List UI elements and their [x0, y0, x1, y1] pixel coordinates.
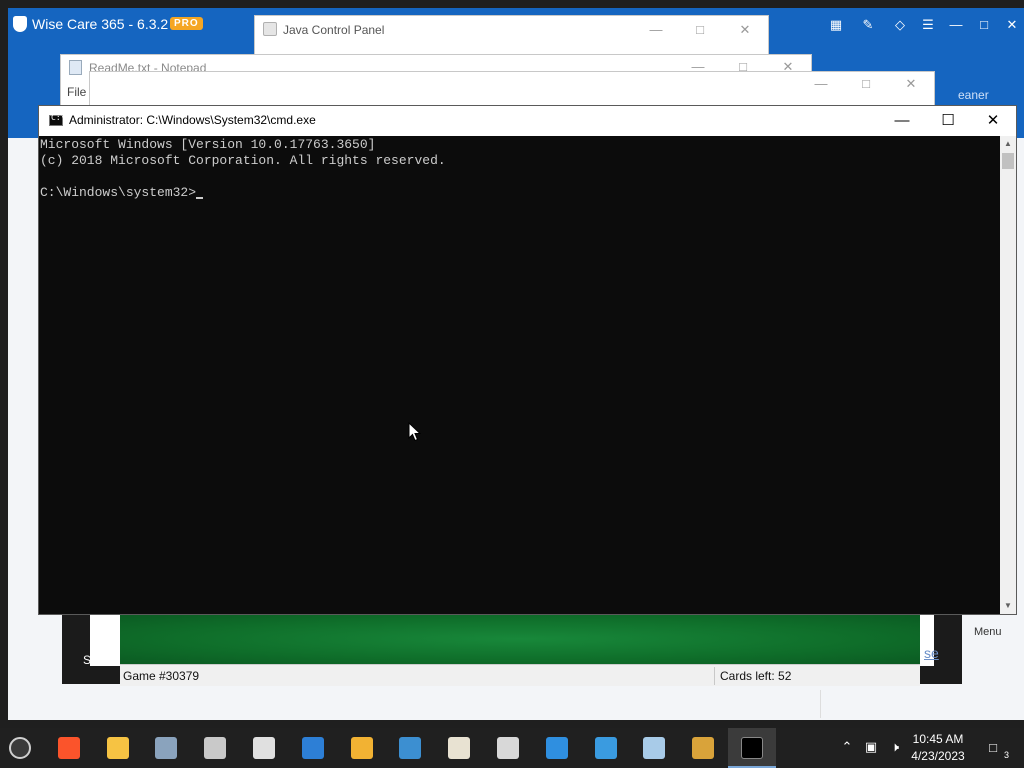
close-button[interactable]: ✕: [896, 74, 926, 94]
volume-muted-icon[interactable]: 🕨: [886, 738, 904, 756]
show-hidden-icons-chevron-icon[interactable]: ⌃: [838, 738, 856, 756]
share-label[interactable]: Share: [83, 653, 115, 667]
close-button[interactable]: ✕: [970, 106, 1016, 136]
wise-care-title: Wise Care 365 - 6.3.2: [32, 16, 169, 32]
divider: [820, 690, 821, 718]
internet-explorer-icon: [545, 737, 568, 759]
wise-care-icon: [301, 737, 324, 759]
skin-icon[interactable]: ◇: [892, 17, 908, 33]
taskbar-wise-care-button[interactable]: [289, 728, 337, 768]
taskbar-solitaire-button[interactable]: [679, 728, 727, 768]
task-view-icon: [204, 737, 227, 759]
wise-toolbox-icon: [350, 737, 373, 759]
cmd-titlebar[interactable]: C:\ Administrator: C:\Windows\System32\c…: [39, 106, 1016, 136]
console-output[interactable]: Microsoft Windows [Version 10.0.17763.36…: [39, 136, 1000, 614]
menu-file[interactable]: File: [67, 85, 86, 99]
pro-badge: PRO: [170, 17, 203, 30]
close-icon[interactable]: ✕: [1004, 17, 1020, 33]
taskbar-brave-browser-button[interactable]: [45, 728, 93, 768]
command-prompt-icon: [741, 737, 763, 759]
solitaire-icon: [692, 737, 715, 759]
taskbar-command-prompt-button[interactable]: [728, 728, 776, 768]
scroll-thumb[interactable]: [1002, 153, 1014, 169]
brave-browser-icon: [57, 737, 80, 759]
minimize-button[interactable]: —: [806, 74, 836, 94]
cards-left: Cards left: 52: [720, 669, 792, 683]
solitaire-table[interactable]: [120, 614, 920, 664]
taskbar-start-button[interactable]: [0, 728, 44, 768]
clock-time: 10:45 AM: [912, 732, 964, 746]
link-fragment[interactable]: se: [924, 645, 939, 661]
clock-date: 4/23/2023: [911, 749, 965, 763]
solitaire-status-bar: Game #30379 Cards left: 52: [120, 664, 920, 686]
notepad-icon: [643, 737, 666, 759]
cmd-window-title: Administrator: C:\Windows\System32\cmd.e…: [69, 113, 316, 127]
calendar-321-icon: [497, 737, 519, 759]
taskbar-calendar-321-button[interactable]: [484, 728, 532, 768]
taskbar-system-monitor-button[interactable]: [386, 728, 434, 768]
minimize-icon[interactable]: —: [948, 17, 964, 33]
wise-care-logo-icon: [13, 16, 27, 32]
taskbar-internet-explorer-button[interactable]: [533, 728, 581, 768]
edit-icon[interactable]: ✎: [860, 17, 876, 33]
command-prompt-icon: C:\: [49, 113, 65, 126]
maximize-button[interactable]: ☐: [925, 106, 971, 136]
java-window-title: Java Control Panel: [283, 23, 385, 37]
feedback-icon[interactable]: ▦: [828, 17, 844, 33]
taskbar: ⌃ ▣ 🕨 10:45 AM 4/23/2023 □ 3: [0, 728, 1024, 768]
console-line: Microsoft Windows [Version 10.0.17763.36…: [40, 137, 376, 152]
cortana-icon: [594, 737, 617, 759]
status-divider: [714, 667, 715, 685]
minimize-button[interactable]: —: [641, 20, 671, 40]
game-number: Game #30379: [123, 669, 200, 683]
notification-count: 3: [1004, 750, 1010, 760]
scroll-down-arrow-icon[interactable]: ▼: [1000, 598, 1016, 614]
vertical-scrollbar[interactable]: ▲ ▼: [1000, 136, 1016, 614]
close-button[interactable]: ✕: [730, 20, 760, 40]
taskbar-file-explorer-button[interactable]: [94, 728, 142, 768]
taskbar-task-view-button[interactable]: [191, 728, 239, 768]
maximize-button[interactable]: □: [685, 20, 715, 40]
prompt-line[interactable]: C:\Windows\system32>: [40, 185, 204, 201]
network-icon[interactable]: ▣: [862, 738, 880, 756]
java-icon: [448, 737, 471, 759]
taskbar-wise-toolbox-button[interactable]: [338, 728, 386, 768]
settings-icon: [253, 737, 275, 759]
taskbar-settings-button[interactable]: [240, 728, 288, 768]
java-icon: [263, 22, 277, 36]
network-tool-icon: [155, 737, 178, 759]
maximize-icon[interactable]: □: [976, 17, 992, 33]
wise-menu-label[interactable]: Menu: [974, 626, 1002, 638]
console-line: (c) 2018 Microsoft Corporation. All righ…: [40, 153, 446, 168]
wise-tab-cleaner-fragment[interactable]: eaner: [958, 88, 989, 102]
text-cursor: [196, 197, 204, 199]
notifications-icon[interactable]: □: [984, 739, 1002, 757]
taskbar-network-tool-button[interactable]: [142, 728, 190, 768]
menu-icon[interactable]: ☰: [920, 17, 936, 33]
maximize-button[interactable]: □: [851, 74, 881, 94]
system-monitor-icon: [399, 737, 422, 759]
system-clock[interactable]: 10:45 AM 4/23/2023: [906, 731, 970, 765]
file-explorer-icon: [106, 737, 129, 759]
scroll-up-arrow-icon[interactable]: ▲: [1000, 136, 1016, 152]
mouse-pointer-icon: [408, 422, 422, 442]
taskbar-java-button[interactable]: [435, 728, 483, 768]
start-icon: [9, 737, 31, 759]
prompt-text: C:\Windows\system32>: [40, 185, 197, 200]
taskbar-cortana-button[interactable]: [582, 728, 630, 768]
notepad-icon: [69, 60, 82, 75]
taskbar-notepad-button[interactable]: [630, 728, 678, 768]
command-prompt-window[interactable]: C:\ Administrator: C:\Windows\System32\c…: [38, 105, 1017, 615]
minimize-button[interactable]: —: [879, 106, 925, 136]
